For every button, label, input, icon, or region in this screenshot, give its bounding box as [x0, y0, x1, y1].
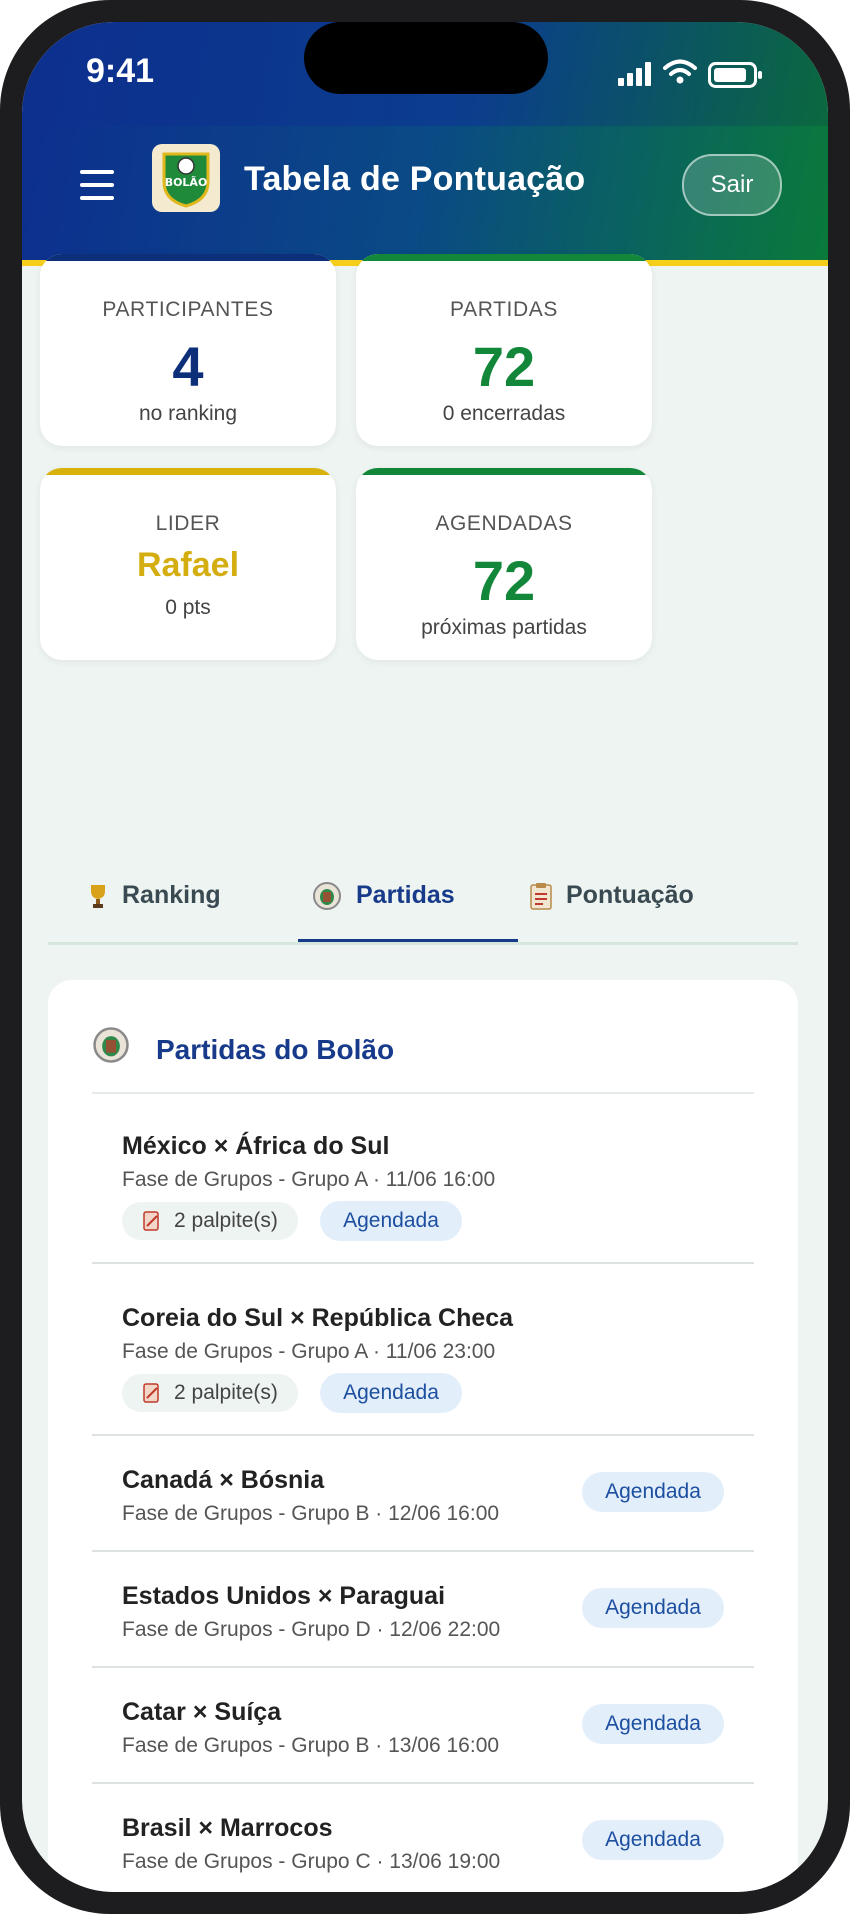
match-row[interactable]: Estados Unidos × Paraguai Fase de Grupos…: [92, 1552, 754, 1668]
app-logo: BOLÃO: [152, 144, 220, 212]
match-meta: Fase de Grupos - Grupo D · 12/06 22:00: [122, 1618, 501, 1641]
signal-icon: [618, 62, 651, 86]
ticket-icon: [143, 1383, 159, 1403]
match-row[interactable]: Canadá × Bósnia Fase de Grupos - Grupo B…: [92, 1436, 754, 1552]
stat-card-matches: PARTIDAS 72 0 encerradas: [356, 254, 652, 446]
stat-value: 4: [172, 335, 204, 398]
matches-panel-header: Partidas do Bolão: [92, 1008, 754, 1094]
tab-ranking[interactable]: Ranking: [88, 848, 221, 942]
stat-card-scheduled: AGENDADAS 72 próximas partidas: [356, 468, 652, 660]
battery-icon: [708, 62, 762, 88]
status-time: 9:41: [86, 52, 155, 90]
match-row[interactable]: Catar × Suíça Fase de Grupos - Grupo B ·…: [92, 1668, 754, 1784]
match-row[interactable]: Brasil × Marrocos Fase de Grupos - Grupo…: [92, 1784, 754, 1892]
status-badge: Agendada: [582, 1704, 724, 1744]
app-header: BOLÃO Tabela de Pontuação Sair: [22, 126, 828, 266]
match-meta: Fase de Grupos - Grupo C · 13/06 19:00: [122, 1850, 501, 1873]
stat-sub: no ranking: [138, 402, 238, 425]
svg-text:BOLÃO: BOLÃO: [165, 176, 208, 189]
status-badge: Agendada: [582, 1588, 724, 1628]
stat-label: AGENDADAS: [435, 512, 573, 535]
match-meta: Fase de Grupos - Grupo B · 12/06 16:00: [122, 1502, 500, 1525]
wifi-icon: [663, 59, 697, 84]
matches-panel: Partidas do Bolão México × África do Sul…: [48, 980, 798, 1892]
stat-label: PARTICIPANTES: [102, 298, 274, 321]
match-teams: Estados Unidos × Paraguai: [122, 1582, 446, 1610]
status-badge: Agendada: [320, 1373, 462, 1413]
guess-count: 2 palpite(s): [174, 1381, 278, 1404]
ticket-icon: [143, 1211, 159, 1231]
stat-label: PARTIDAS: [450, 298, 558, 321]
guess-count-pill: 2 palpite(s): [122, 1202, 298, 1240]
match-row[interactable]: Coreia do Sul × República Checa Fase de …: [92, 1264, 754, 1436]
match-meta: Fase de Grupos - Grupo B · 13/06 16:00: [122, 1734, 500, 1757]
clipboard-icon: [530, 883, 552, 911]
page-title: Tabela de Pontuação: [244, 160, 586, 198]
stat-label: LIDER: [155, 512, 221, 535]
match-meta: Fase de Grupos - Grupo A · 11/06 16:00: [122, 1168, 496, 1191]
tab-bar: Ranking Partidas Pontuação: [48, 848, 798, 945]
guess-count-pill: 2 palpite(s): [122, 1374, 298, 1412]
stat-card-participants: PARTICIPANTES 4 no ranking: [40, 254, 336, 446]
status-badge: Agendada: [320, 1201, 462, 1241]
match-teams: México × África do Sul: [122, 1132, 390, 1160]
matches-panel-title: Partidas do Bolão: [156, 1034, 395, 1065]
stat-sub: próximas partidas: [421, 616, 587, 639]
match-teams: Coreia do Sul × República Checa: [122, 1304, 514, 1332]
app-screen: 9:41 BOLÃO Tabela de Pontuação Sair PART…: [22, 22, 828, 1892]
match-row[interactable]: México × África do Sul Fase de Grupos - …: [92, 1092, 754, 1264]
status-badge: Agendada: [582, 1472, 724, 1512]
tab-pontuacao[interactable]: Pontuação: [530, 848, 694, 942]
logout-button[interactable]: Sair: [682, 154, 782, 216]
stat-value: 72: [472, 549, 536, 612]
stat-card-leader: LIDER Rafael 0 pts: [40, 468, 336, 660]
tab-label: Partidas: [356, 881, 455, 909]
match-teams: Catar × Suíça: [122, 1698, 282, 1726]
device-frame: 9:41 BOLÃO Tabela de Pontuação Sair PART…: [0, 0, 850, 1914]
active-tab-indicator: [298, 939, 518, 942]
tab-label: Ranking: [122, 881, 221, 909]
status-badge: Agendada: [582, 1820, 724, 1860]
guess-count: 2 palpite(s): [174, 1209, 278, 1232]
stat-value: Rafael: [136, 546, 240, 584]
trophy-icon: [91, 885, 105, 909]
stadium-icon: [313, 882, 341, 911]
match-teams: Brasil × Marrocos: [122, 1814, 333, 1842]
match-meta: Fase de Grupos - Grupo A · 11/06 23:00: [122, 1340, 496, 1363]
stadium-icon: [93, 1027, 129, 1063]
tab-label: Pontuação: [566, 881, 694, 909]
tab-partidas[interactable]: Partidas: [312, 848, 455, 942]
menu-icon[interactable]: [80, 170, 114, 200]
dynamic-island: [304, 22, 548, 94]
stat-sub: 0 encerradas: [442, 402, 566, 425]
stat-sub: 0 pts: [165, 596, 211, 619]
match-teams: Canadá × Bósnia: [122, 1466, 325, 1494]
stat-value: 72: [472, 335, 536, 398]
